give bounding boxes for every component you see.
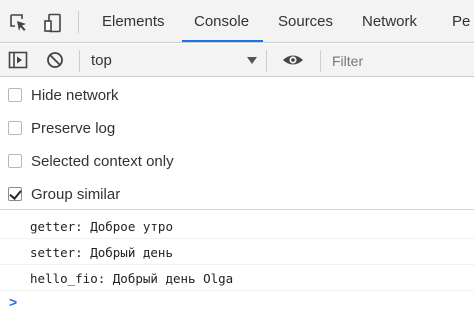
console-message: hello_fio: Добрый день Olga: [0, 265, 474, 291]
console-settings-pane: Hide network Preserve log Selected conte…: [0, 78, 474, 210]
tab-performance[interactable]: Pe: [452, 13, 470, 30]
divider: [266, 50, 267, 72]
console-message: getter: Доброе утро: [0, 213, 474, 239]
divider: [79, 50, 80, 72]
hide-network-checkbox[interactable]: [8, 88, 22, 102]
group-similar-checkbox[interactable]: [8, 187, 22, 201]
console-message-text: setter: Добрый день: [30, 245, 173, 260]
preserve-log-checkbox[interactable]: [8, 121, 22, 135]
setting-hide-network[interactable]: Hide network: [8, 85, 119, 105]
console-prompt-icon[interactable]: >: [9, 294, 17, 310]
console-toolbar: top: [0, 44, 474, 77]
tab-network[interactable]: Network: [362, 13, 417, 30]
device-toggle-icon[interactable]: [43, 13, 63, 33]
live-expression-eye-icon[interactable]: [282, 50, 303, 70]
console-message-text: getter: Доброе утро: [30, 219, 173, 234]
console-sidebar-icon[interactable]: [8, 50, 28, 70]
inspect-element-icon[interactable]: [9, 13, 29, 33]
filter-input[interactable]: [320, 50, 474, 72]
active-tab-indicator: [182, 40, 263, 42]
divider: [78, 11, 79, 33]
setting-preserve-log[interactable]: Preserve log: [8, 118, 115, 138]
hide-network-label: Hide network: [31, 86, 119, 104]
setting-selected-context-only[interactable]: Selected context only: [8, 151, 174, 171]
selected-context-only-checkbox[interactable]: [8, 154, 22, 168]
setting-group-similar[interactable]: Group similar: [8, 184, 120, 204]
tab-sources[interactable]: Sources: [278, 13, 333, 30]
devtools-tab-bar: Elements Console Sources Network Pe: [0, 0, 474, 43]
selected-context-only-label: Selected context only: [31, 152, 174, 170]
clear-console-icon[interactable]: [45, 50, 65, 70]
console-message: setter: Добрый день: [0, 239, 474, 265]
group-similar-label: Group similar: [31, 185, 121, 203]
tab-console[interactable]: Console: [194, 13, 249, 30]
tab-elements[interactable]: Elements: [102, 13, 165, 30]
preserve-log-label: Preserve log: [31, 119, 116, 137]
console-message-text: hello_fio: Добрый день Olga: [30, 271, 234, 286]
context-selector[interactable]: top: [91, 52, 112, 69]
chevron-down-icon[interactable]: [247, 57, 257, 64]
